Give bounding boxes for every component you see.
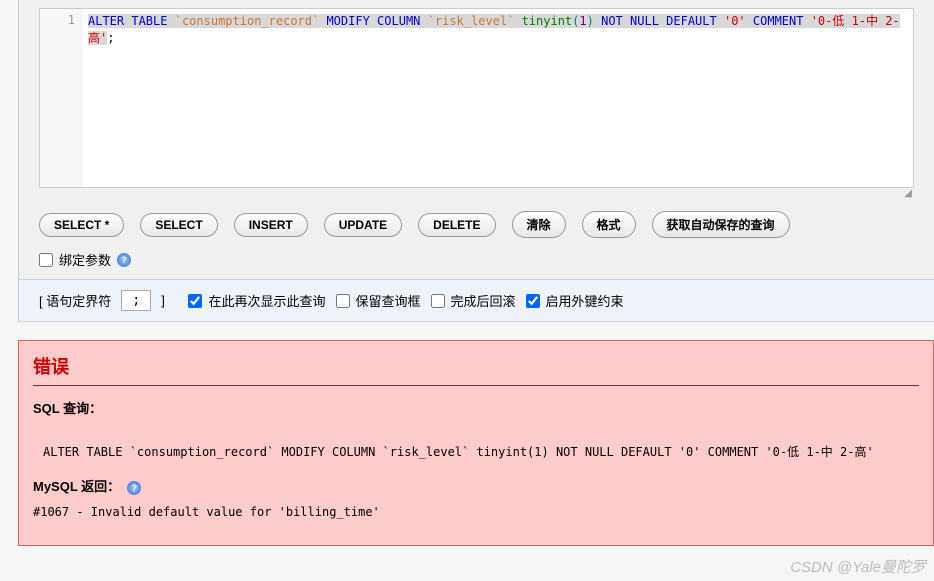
bind-params-row: 绑定参数 ? bbox=[39, 250, 914, 269]
help-icon[interactable]: ? bbox=[127, 481, 141, 495]
error-title: 错误 bbox=[33, 353, 919, 386]
line-gutter: 1 bbox=[40, 9, 82, 187]
clear-button[interactable]: 清除 bbox=[512, 211, 566, 238]
rollback-label: 完成后回滚 bbox=[451, 291, 516, 310]
update-button[interactable]: UPDATE bbox=[324, 213, 402, 237]
mysql-return-label: MySQL 返回： bbox=[33, 479, 120, 494]
error-box: 错误 SQL 查询： ALTER TABLE `consumption_reco… bbox=[18, 340, 934, 546]
bind-params-label: 绑定参数 bbox=[59, 250, 111, 269]
delete-button[interactable]: DELETE bbox=[418, 213, 495, 237]
rollback-checkbox[interactable] bbox=[431, 294, 445, 308]
code-editor[interactable]: 1 ALTER TABLE `consumption_record` MODIF… bbox=[39, 8, 914, 188]
insert-button[interactable]: INSERT bbox=[234, 213, 308, 237]
code-content[interactable]: ALTER TABLE `consumption_record` MODIFY … bbox=[82, 9, 913, 187]
fk-checkbox[interactable] bbox=[526, 294, 540, 308]
options-bar: [ 语句定界符 ] 在此再次显示此查询 保留查询框 完成后回滚 启用外键约束 bbox=[19, 279, 934, 322]
keep-box-checkbox[interactable] bbox=[336, 294, 350, 308]
show-again-checkbox[interactable] bbox=[188, 294, 202, 308]
bind-params-checkbox[interactable] bbox=[39, 253, 53, 267]
sql-button-row: SELECT * SELECT INSERT UPDATE DELETE 清除 … bbox=[39, 211, 914, 238]
show-again-label: 在此再次显示此查询 bbox=[208, 291, 325, 310]
help-icon[interactable]: ? bbox=[117, 253, 131, 267]
select-star-button[interactable]: SELECT * bbox=[39, 213, 124, 237]
sql-editor-panel: 1 ALTER TABLE `consumption_record` MODIF… bbox=[19, 0, 934, 279]
delimiter-label-open: [ 语句定界符 bbox=[39, 291, 111, 310]
delimiter-input[interactable] bbox=[121, 290, 151, 311]
watermark: CSDN @Yale曼陀罗 bbox=[790, 556, 926, 577]
keep-box-label: 保留查询框 bbox=[356, 291, 421, 310]
error-sql-text: ALTER TABLE `consumption_record` MODIFY … bbox=[43, 443, 919, 460]
select-button[interactable]: SELECT bbox=[140, 213, 217, 237]
error-message: #1067 - Invalid default value for 'billi… bbox=[33, 505, 919, 519]
sql-query-label: SQL 查询： bbox=[33, 401, 102, 416]
resize-handle-icon[interactable]: ◢ bbox=[39, 188, 914, 199]
delimiter-label-close: ] bbox=[161, 293, 165, 308]
format-button[interactable]: 格式 bbox=[582, 211, 636, 238]
autosave-button[interactable]: 获取自动保存的查询 bbox=[652, 211, 790, 238]
fk-label: 启用外键约束 bbox=[546, 291, 624, 310]
